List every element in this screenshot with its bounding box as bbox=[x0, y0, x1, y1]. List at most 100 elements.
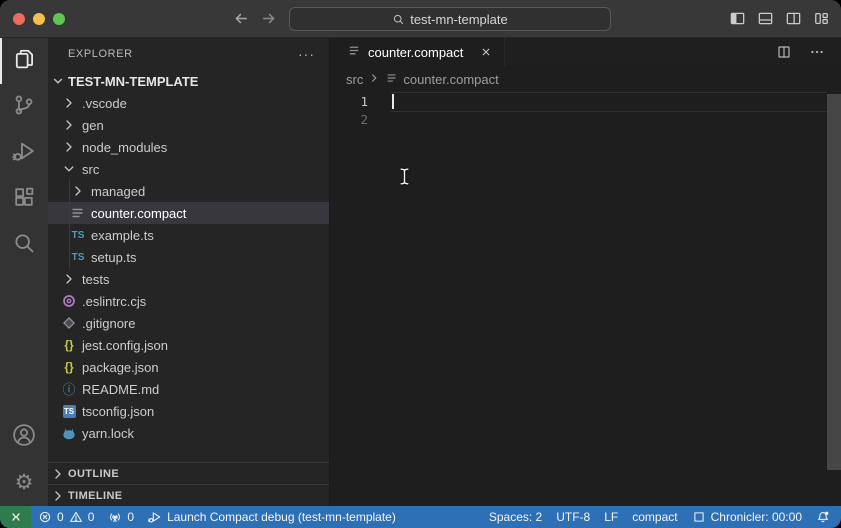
navigate-forward-button[interactable] bbox=[258, 8, 278, 28]
code-line-2: 2 bbox=[330, 110, 827, 128]
editor-actions bbox=[775, 38, 841, 66]
activity-item-source-control[interactable] bbox=[0, 84, 48, 130]
line-number-1: 1 bbox=[330, 94, 368, 109]
tree-item-counter-compact[interactable]: counter.compact bbox=[48, 202, 329, 224]
close-tab-button[interactable] bbox=[478, 44, 494, 60]
status-item-chronicler[interactable]: Chronicler: 00:00 bbox=[685, 506, 809, 528]
tree-item-jest-config-json[interactable]: {}jest.config.json bbox=[48, 334, 329, 356]
activity-item-explorer[interactable] bbox=[0, 38, 48, 84]
more-actions-button[interactable] bbox=[808, 43, 826, 61]
breadcrumb-item-file[interactable]: counter.compact bbox=[403, 72, 498, 87]
toggle-primary-sidebar-button[interactable] bbox=[728, 10, 746, 28]
chevron-right-icon bbox=[61, 95, 77, 111]
activity-item-search[interactable] bbox=[0, 222, 48, 268]
debug-alt-icon bbox=[148, 510, 162, 524]
activity-item-accounts[interactable] bbox=[0, 414, 48, 460]
tree-item-label: .vscode bbox=[82, 96, 127, 111]
status-item-eol[interactable]: LF bbox=[597, 506, 625, 528]
titlebar: test-mn-template bbox=[0, 0, 841, 38]
tree-item-tests[interactable]: tests bbox=[48, 268, 329, 290]
braces-icon: {} bbox=[61, 359, 77, 375]
command-center-search[interactable]: test-mn-template bbox=[289, 7, 611, 31]
search-icon bbox=[12, 231, 36, 260]
code-area[interactable]: 1 2 bbox=[330, 92, 841, 506]
status-item-debug-launch[interactable]: Launch Compact debug (test-mn-template) bbox=[141, 506, 403, 528]
scrollbar-thumb[interactable] bbox=[827, 94, 841, 470]
tree-item-label: yarn.lock bbox=[82, 426, 134, 441]
status-item-ports[interactable]: 0 bbox=[101, 506, 141, 528]
close-window-button[interactable] bbox=[13, 13, 25, 25]
zoom-window-button[interactable] bbox=[53, 13, 65, 25]
tab-counter-compact[interactable]: counter.compact bbox=[330, 38, 505, 66]
tree-root-test-mn-template[interactable]: TEST-MN-TEMPLATE bbox=[48, 70, 329, 92]
tree-item-vscode[interactable]: .vscode bbox=[48, 92, 329, 114]
section-timeline[interactable]: TIMELINE bbox=[48, 484, 329, 506]
tab-label: counter.compact bbox=[368, 45, 463, 60]
activity-item-settings[interactable]: ⚙ bbox=[0, 460, 48, 506]
tree-item-package-json[interactable]: {}package.json bbox=[48, 356, 329, 378]
warning-icon bbox=[69, 510, 83, 524]
tree-item-setup-ts[interactable]: TS setup.ts bbox=[48, 246, 329, 268]
tree-item-example-ts[interactable]: TSexample.ts bbox=[48, 224, 329, 246]
split-editor-icon bbox=[776, 44, 792, 60]
breadcrumb-item-src[interactable]: src bbox=[346, 72, 363, 87]
sidebar-title: EXPLORER bbox=[68, 48, 133, 60]
tree-item-label: setup.ts bbox=[91, 250, 137, 265]
editor-group: counter.compact src bbox=[330, 38, 841, 506]
status-item-encoding[interactable]: UTF-8 bbox=[549, 506, 597, 528]
tree-item-label: counter.compact bbox=[91, 206, 186, 221]
tree-item-node-modules[interactable]: node_modules bbox=[48, 136, 329, 158]
arrow-right-icon bbox=[260, 10, 277, 27]
search-value: test-mn-template bbox=[410, 12, 508, 27]
files-icon bbox=[12, 47, 36, 76]
split-editor-button[interactable] bbox=[775, 43, 793, 61]
breadcrumb: src counter.compact bbox=[330, 66, 841, 92]
activity-bar: ⚙ bbox=[0, 38, 48, 506]
tree-item-label: tsconfig.json bbox=[82, 404, 154, 419]
status-item-remote[interactable] bbox=[0, 506, 31, 528]
tree-item-src[interactable]: src bbox=[48, 158, 329, 180]
tree-item-gen[interactable]: gen bbox=[48, 114, 329, 136]
source-control-icon bbox=[12, 93, 36, 122]
tree-item-tsconfig-json[interactable]: TStsconfig.json bbox=[48, 400, 329, 422]
tree-item-readme-md[interactable]: ⓘREADME.md bbox=[48, 378, 329, 400]
chevron-right-icon bbox=[61, 271, 77, 287]
section-outline[interactable]: OUTLINE bbox=[48, 462, 329, 484]
root-label: TEST-MN-TEMPLATE bbox=[68, 74, 198, 89]
status-text: UTF-8 bbox=[556, 510, 590, 524]
status-item-language-mode[interactable]: compact bbox=[625, 506, 684, 528]
status-item-indentation[interactable]: Spaces: 2 bbox=[482, 506, 549, 528]
ts-icon: TS bbox=[70, 249, 86, 265]
tree-item-managed[interactable]: managed bbox=[48, 180, 329, 202]
tree-item-eslintrc-cjs[interactable]: .eslintrc.cjs bbox=[48, 290, 329, 312]
eslint-icon bbox=[61, 293, 77, 309]
tree-item-yarn-lock[interactable]: yarn.lock bbox=[48, 422, 329, 444]
status-bar-right: Spaces: 2 UTF-8 LFcompactChronicler: 00:00 bbox=[482, 506, 841, 528]
vscode-window: test-mn-template ⚙ EXPLORER ··· bbox=[0, 0, 841, 528]
minimize-window-button[interactable] bbox=[33, 13, 45, 25]
status-item-problems[interactable]: 00 bbox=[31, 506, 101, 528]
toggle-panel-button[interactable] bbox=[756, 10, 774, 28]
tree-item-label: .eslintrc.cjs bbox=[82, 294, 146, 309]
account-icon bbox=[12, 423, 36, 452]
remote-icon bbox=[9, 510, 23, 524]
chevron-right-icon bbox=[61, 139, 77, 155]
section-label: OUTLINE bbox=[68, 468, 119, 480]
toggle-secondary-sidebar-button[interactable] bbox=[784, 10, 802, 28]
lines-file-icon bbox=[347, 43, 362, 61]
activity-item-extensions[interactable] bbox=[0, 176, 48, 222]
customize-layout-button[interactable] bbox=[812, 10, 830, 28]
status-item-notifications[interactable] bbox=[809, 506, 837, 528]
activity-item-run-and-debug[interactable] bbox=[0, 130, 48, 176]
explorer-more-actions-button[interactable]: ··· bbox=[298, 46, 315, 62]
ellipsis-icon bbox=[809, 44, 825, 60]
section-label: TIMELINE bbox=[68, 490, 123, 502]
navigate-back-button[interactable] bbox=[231, 8, 251, 28]
status-text: 0 bbox=[57, 510, 64, 524]
tree-item-label: .gitignore bbox=[82, 316, 135, 331]
chevron-down-icon bbox=[50, 73, 66, 89]
tree-item-gitignore[interactable]: .gitignore bbox=[48, 312, 329, 334]
sidebar-right-icon bbox=[785, 10, 802, 27]
tab-bar: counter.compact bbox=[330, 38, 841, 66]
status-text: Spaces: 2 bbox=[489, 510, 542, 524]
